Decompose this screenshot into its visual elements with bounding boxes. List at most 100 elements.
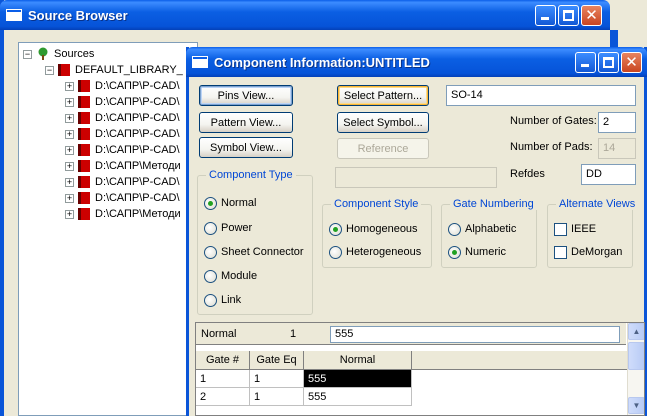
- checkbox-demorgan[interactable]: DeMorgan: [554, 244, 622, 260]
- expand-icon[interactable]: +: [65, 209, 74, 219]
- window-icon: [192, 56, 208, 68]
- collapse-icon[interactable]: −: [23, 49, 32, 59]
- tree-item-label: D:\САПР\P-CAD\: [95, 192, 180, 204]
- source-book-icon: [78, 160, 90, 172]
- reference-button[interactable]: Reference: [337, 138, 429, 159]
- tree-item-source[interactable]: + D:\САПР\Методи: [65, 206, 181, 222]
- table-cell-selected[interactable]: 555: [304, 370, 412, 388]
- radio-alphabetic[interactable]: Alphabetic: [448, 221, 516, 237]
- expand-icon[interactable]: +: [65, 177, 74, 187]
- expand-icon[interactable]: +: [65, 81, 74, 91]
- gate-table[interactable]: Normal 1 555 Gate # Gate Eq Normal 1 1 5…: [195, 322, 645, 416]
- table-cell[interactable]: 2: [196, 388, 250, 406]
- column-header-gate-number[interactable]: Gate #: [196, 351, 250, 370]
- scroll-thumb[interactable]: [628, 342, 644, 370]
- radio-indicator: [204, 245, 217, 259]
- tree-item-label: D:\САПР\P-CAD\: [95, 96, 180, 108]
- radio-indicator: [204, 293, 217, 307]
- number-of-pads-field: 14: [598, 138, 636, 159]
- close-button[interactable]: ✕: [621, 52, 642, 73]
- source-book-icon: [78, 208, 90, 220]
- tree-item-source[interactable]: + D:\САПР\P-CAD\: [65, 126, 180, 142]
- tree-item-source[interactable]: + D:\САПР\P-CAD\: [65, 142, 180, 158]
- close-icon: ✕: [585, 7, 598, 24]
- pins-view-button[interactable]: Pins View...: [199, 85, 293, 106]
- radio-label: Homogeneous: [346, 223, 418, 235]
- tree-root-label: Sources: [54, 48, 95, 60]
- checkbox-ieee[interactable]: IEEE: [554, 221, 596, 237]
- expand-icon[interactable]: +: [65, 193, 74, 203]
- pattern-view-button[interactable]: Pattern View...: [199, 112, 293, 133]
- tree-item-source[interactable]: + D:\САПР\P-CAD\: [65, 94, 180, 110]
- dialog-titlebar[interactable]: Component Information:UNTITLED ✕: [186, 47, 647, 77]
- dialog-title: Component Information:UNTITLED: [214, 54, 430, 70]
- tree-item-label: D:\САПР\Методи: [95, 208, 181, 220]
- tree-item-source[interactable]: + D:\САПР\P-CAD\: [65, 174, 180, 190]
- table-cell[interactable]: 555: [304, 388, 412, 406]
- number-of-gates-field[interactable]: 2: [598, 112, 636, 133]
- expand-icon[interactable]: +: [65, 129, 74, 139]
- maximize-icon: [563, 10, 574, 21]
- tree-item-source[interactable]: + D:\САПР\P-CAD\: [65, 78, 180, 94]
- gate-numbering-group: Gate Numbering Alphabetic Numeric: [441, 198, 537, 268]
- library-book-icon: [58, 64, 70, 76]
- expand-icon[interactable]: +: [65, 113, 74, 123]
- select-pattern-button[interactable]: Select Pattern...: [337, 85, 429, 106]
- tree-item-source[interactable]: + D:\САПР\P-CAD\: [65, 190, 180, 206]
- radio-label: Numeric: [465, 246, 506, 258]
- scroll-down-icon[interactable]: ▼: [628, 397, 644, 414]
- collapse-icon[interactable]: −: [45, 65, 54, 75]
- tree-item-label: D:\САПР\Методи: [95, 160, 181, 172]
- table-edit-field[interactable]: 555: [330, 326, 620, 343]
- table-scrollbar[interactable]: ▲ ▼: [627, 323, 644, 415]
- checkbox-indicator: [554, 245, 567, 259]
- expand-icon[interactable]: +: [65, 161, 74, 171]
- table-cell[interactable]: 1: [250, 388, 304, 406]
- pattern-name-field[interactable]: SO-14: [446, 85, 636, 106]
- tree-item-source[interactable]: + D:\САПР\Методи: [65, 158, 181, 174]
- table-cell[interactable]: 1: [250, 370, 304, 388]
- tree-item-sources[interactable]: − Sources: [23, 46, 94, 62]
- number-of-gates-label: Number of Gates:: [510, 115, 597, 127]
- select-symbol-button[interactable]: Select Symbol...: [337, 112, 429, 133]
- alternate-views-title: Alternate Views: [556, 198, 639, 210]
- minimize-button[interactable]: [575, 52, 596, 73]
- radio-homogeneous[interactable]: Homogeneous: [329, 221, 418, 237]
- tree-item-label: D:\САПР\P-CAD\: [95, 80, 180, 92]
- close-button[interactable]: ✕: [581, 5, 602, 26]
- refdes-field[interactable]: DD: [581, 164, 636, 185]
- gate-numbering-title: Gate Numbering: [450, 198, 537, 210]
- tree-item-label: D:\САПР\P-CAD\: [95, 112, 180, 124]
- tree-item-source[interactable]: + D:\САПР\P-CAD\: [65, 110, 180, 126]
- radio-link[interactable]: Link: [204, 292, 241, 308]
- radio-power[interactable]: Power: [204, 220, 252, 236]
- number-of-pads-label: Number of Pads:: [510, 141, 593, 153]
- maximize-button[interactable]: [558, 5, 579, 26]
- table-cell[interactable]: 1: [196, 370, 250, 388]
- radio-label: Power: [221, 222, 253, 234]
- checkbox-indicator: [554, 222, 567, 236]
- tree-item-library[interactable]: − DEFAULT_LIBRARY_: [45, 62, 183, 78]
- symbol-view-button[interactable]: Symbol View...: [199, 137, 293, 158]
- source-tree[interactable]: − Sources − DEFAULT_LIBRARY_ + D:\САПР\P-…: [18, 42, 198, 416]
- source-browser-title: Source Browser: [28, 7, 128, 23]
- radio-sheet-connector[interactable]: Sheet Connector: [204, 244, 304, 260]
- expand-icon[interactable]: +: [65, 97, 74, 107]
- tree-item-label: D:\САПР\P-CAD\: [95, 176, 180, 188]
- scroll-up-icon[interactable]: ▲: [628, 323, 644, 340]
- source-browser-titlebar[interactable]: Source Browser ✕: [0, 0, 610, 30]
- minimize-button[interactable]: [535, 5, 556, 26]
- radio-module[interactable]: Module: [204, 268, 257, 284]
- radio-normal[interactable]: Normal: [204, 195, 256, 211]
- refdes-label: Refdes: [510, 168, 545, 180]
- tree-library-label: DEFAULT_LIBRARY_: [75, 64, 183, 76]
- radio-heterogeneous[interactable]: Heterogeneous: [329, 244, 421, 260]
- maximize-button[interactable]: [598, 52, 619, 73]
- source-book-icon: [78, 128, 90, 140]
- column-header-gate-eq[interactable]: Gate Eq: [250, 351, 304, 370]
- radio-label: Module: [221, 270, 258, 282]
- radio-numeric[interactable]: Numeric: [448, 244, 506, 260]
- column-header-normal[interactable]: Normal: [304, 351, 412, 370]
- expand-icon[interactable]: +: [65, 145, 74, 155]
- column-header-blank: [412, 351, 628, 370]
